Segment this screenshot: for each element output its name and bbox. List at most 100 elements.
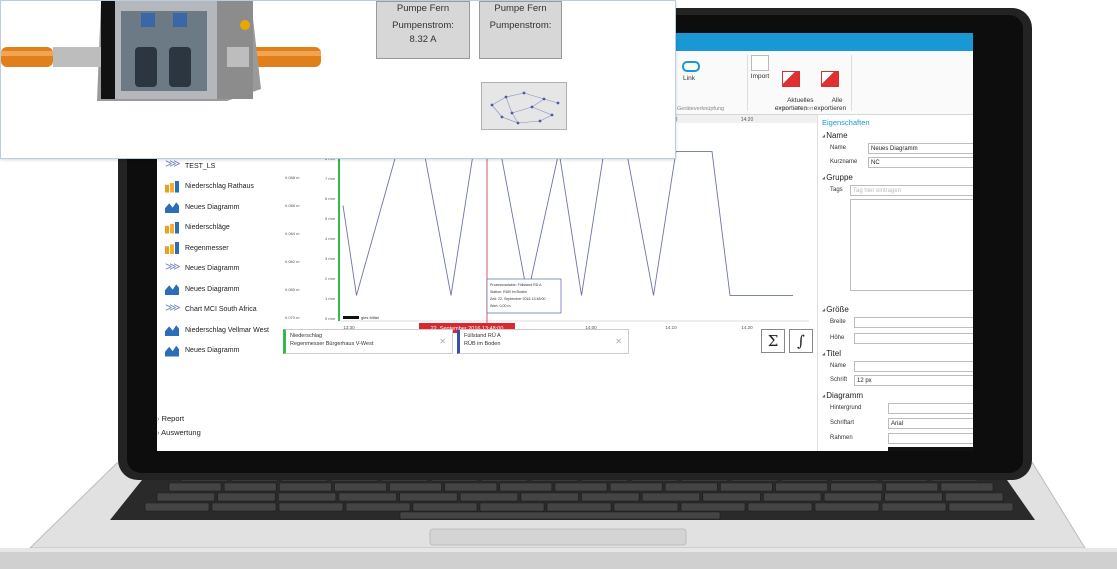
- import-label: Import: [750, 73, 770, 80]
- y-tick-label-left: 0.070 m: [285, 315, 300, 320]
- properties-panel: Eigenschaften Name Name Neues Diagramm K…: [817, 115, 973, 451]
- close-icon[interactable]: ✕: [615, 338, 622, 346]
- pump-status-box-2[interactable]: Pumpe Fern Pumpenstrom:: [479, 1, 562, 59]
- keyboard-key: [830, 482, 883, 492]
- name-input[interactable]: Neues Diagramm: [868, 143, 973, 154]
- keyboard-key: [814, 502, 880, 512]
- keyboard-key: [881, 502, 947, 512]
- link-button[interactable]: Link: [672, 57, 706, 83]
- section-diagramm[interactable]: Diagramm: [822, 391, 863, 400]
- keyboard-key: [823, 492, 882, 502]
- bar-chart-icon: [165, 221, 179, 234]
- network-edge: [505, 96, 513, 114]
- tooltip-line: Zeit: 22. September 2016 13:48:00: [490, 297, 546, 301]
- ribbon-separator: [851, 55, 852, 111]
- sidebar-item[interactable]: Chart MCI South Africa: [165, 300, 257, 320]
- keyboard-key: [763, 492, 822, 502]
- sidebar-item[interactable]: Neues Diagramm: [165, 341, 239, 361]
- network-node: [500, 115, 504, 119]
- product-showcase: Link Import Aktuelles exportieren Alle e…: [0, 0, 1117, 569]
- schriftart-label: Schriftart: [830, 420, 855, 426]
- color-swatch[interactable]: [888, 447, 973, 451]
- schrift-label: Schrift: [830, 377, 848, 383]
- schriftart-input[interactable]: Arial: [888, 418, 973, 429]
- line-chart-icon: [165, 158, 181, 172]
- sidebar-item[interactable]: Neues Diagramm: [165, 259, 239, 279]
- network-node: [530, 105, 534, 109]
- network-map-preview: [490, 91, 560, 125]
- sidebar-item[interactable]: Neues Diagramm: [165, 197, 239, 217]
- bar-chart-icon: [165, 242, 179, 254]
- tag-subtitle: Regenmesser Bürgerhaus V-West: [290, 341, 374, 347]
- series-tag-fuellstand[interactable]: Füllstand RÜ A RÜB im Boden ✕: [457, 329, 629, 354]
- y-tick-label-left: 0.080 m: [285, 287, 300, 292]
- tag-title: Niederschlag: [290, 333, 323, 339]
- pump-current-label: Pumpenstrom:: [392, 20, 454, 31]
- import-icon: [751, 55, 769, 71]
- keyboard-key: [223, 482, 277, 492]
- kurzname-input[interactable]: NC: [868, 157, 973, 168]
- y-tick-label-right: 7 mm: [325, 176, 336, 181]
- keyboard-key: [499, 482, 553, 492]
- sidebar-link-report[interactable]: Report: [157, 414, 185, 423]
- schrift-input[interactable]: 12 px: [854, 375, 973, 386]
- keyboard-key: [702, 492, 761, 502]
- y-tick-label-right: 4 mm: [325, 236, 336, 241]
- x-tick-label-top: 14:20: [741, 117, 754, 123]
- keyboard-key: [680, 502, 746, 512]
- y-tick-label-right: 3 mm: [325, 256, 336, 261]
- tag-subtitle: RÜB im Boden: [464, 341, 501, 347]
- hintergrund-input[interactable]: [888, 403, 973, 414]
- section-gruppe[interactable]: Gruppe: [822, 173, 853, 182]
- keyboard-key: [945, 492, 1004, 502]
- section-name[interactable]: Name: [822, 131, 847, 140]
- sidebar-link-auswertung[interactable]: Auswertung: [157, 428, 201, 437]
- x-tick-label-bottom: 14:20: [741, 325, 753, 330]
- close-icon[interactable]: ✕: [439, 338, 446, 346]
- titel-name-input[interactable]: [854, 361, 973, 372]
- hoehe-input[interactable]: [854, 333, 973, 344]
- hoehe-label: Höhe: [830, 335, 845, 341]
- sidebar-item[interactable]: Niederschlag Rathaus: [165, 177, 254, 197]
- sidebar-item-label: Chart MCI South Africa: [185, 306, 257, 313]
- hintergrund-label: Hintergrund: [830, 405, 862, 411]
- tags-input[interactable]: Tag hier eintragen: [850, 185, 973, 196]
- sidebar-item[interactable]: Regenmesser: [165, 238, 229, 258]
- chart-panel: 13:3013:4013:5014:0014:1014:2013:3013:40…: [279, 115, 817, 451]
- sidebar-item[interactable]: Neues Diagramm: [165, 279, 239, 299]
- integral-button[interactable]: ∫: [789, 329, 813, 353]
- sidebar-item-label: Niederschlag Vellmar West: [185, 326, 269, 334]
- area-chart-icon: [165, 284, 179, 295]
- pump-label: Pumpe Fern: [396, 3, 450, 14]
- pump-status-box-1[interactable]: Pumpe Fern Pumpenstrom: 8.32 A: [376, 1, 470, 59]
- sidebar-item[interactable]: Niederschlag Vellmar West: [165, 320, 269, 340]
- sidebar-item-label: Neues Diagramm: [185, 285, 240, 293]
- legend-label: gles Mittel: [361, 315, 379, 320]
- series-tag-niederschlag[interactable]: Niederschlag Regenmesser Bürgerhaus V-We…: [283, 329, 453, 354]
- rahmen-input[interactable]: [888, 433, 973, 444]
- keyboard-key: [277, 492, 337, 502]
- sidebar-item[interactable]: TEST_LS: [165, 156, 215, 176]
- export-all-button[interactable]: Alle exportieren: [813, 55, 847, 121]
- keyboard-key: [211, 502, 277, 512]
- sidebar-item[interactable]: Niederschläge: [165, 218, 230, 238]
- network-map-thumbnail[interactable]: [481, 82, 567, 130]
- keyboard-key: [144, 502, 210, 512]
- network-node: [522, 91, 526, 95]
- import-button[interactable]: Import: [747, 55, 773, 81]
- network-node: [510, 111, 514, 115]
- section-titel[interactable]: Titel: [822, 349, 841, 358]
- export-all-icon: [821, 71, 839, 87]
- group-label-device-link: Geräteverknüpfung: [677, 106, 725, 112]
- tags-list[interactable]: [850, 199, 973, 291]
- keyboard-key: [609, 482, 663, 492]
- y-tick-label-left: 0.086 m: [285, 203, 300, 208]
- line-chart-icon: [165, 261, 181, 275]
- sidebar-item-label: Neues Diagramm: [185, 203, 240, 211]
- link-icon: [680, 57, 700, 73]
- sum-button[interactable]: Σ: [761, 329, 785, 353]
- export-all-label: Alle exportieren: [813, 97, 847, 112]
- network-node: [556, 101, 560, 105]
- breite-input[interactable]: [854, 317, 973, 328]
- section-groesse[interactable]: Größe: [822, 305, 849, 314]
